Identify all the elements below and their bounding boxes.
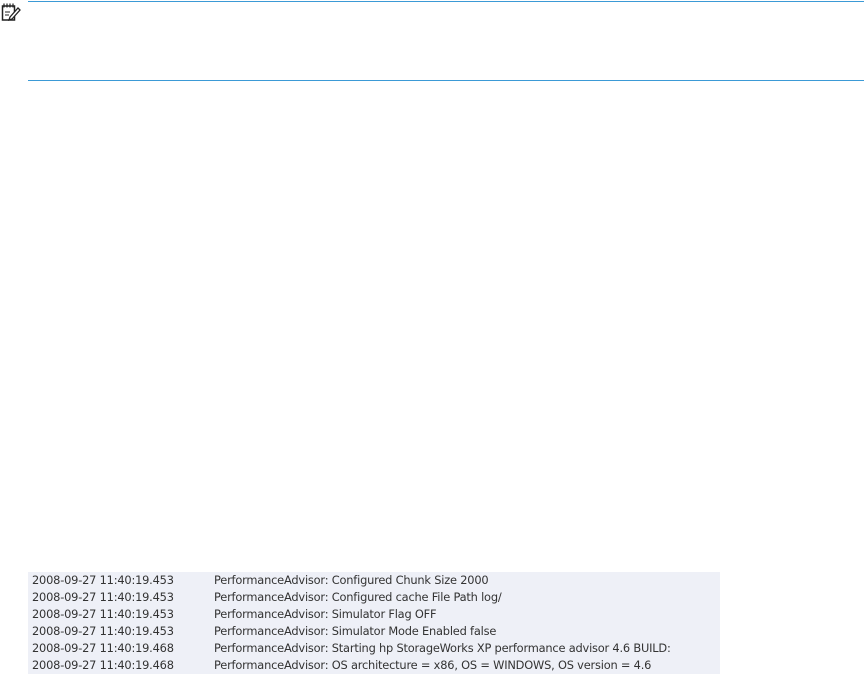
log-timestamp: 2008-09-27 11:40:19.468 [32,641,174,655]
log-timestamp: 2008-09-27 11:40:19.468 [32,658,174,672]
log-row: 2008-09-27 11:40:19.453 PerformanceAdviso… [28,623,720,640]
log-row: 2008-09-27 11:40:19.453 PerformanceAdviso… [28,589,720,606]
log-message: PerformanceAdvisor: Simulator Mode Enabl… [214,624,497,638]
log-row: 2008-09-27 11:40:19.453 PerformanceAdviso… [28,572,720,589]
log-row: 2008-09-27 11:40:19.468 PerformanceAdviso… [28,640,720,657]
log-timestamp: 2008-09-27 11:40:19.453 [32,590,174,604]
log-message: PerformanceAdvisor: Simulator Flag OFF [214,607,437,621]
log-row: 2008-09-27 11:40:19.468 PerformanceAdviso… [28,657,720,674]
log-message: PerformanceAdvisor: Configured cache Fil… [214,590,502,604]
log-row: 2008-09-27 11:40:19.453 PerformanceAdviso… [28,606,720,623]
note-pad-icon [1,3,21,22]
log-output-panel: 2008-09-27 11:40:19.453 PerformanceAdviso… [28,572,720,674]
log-message: PerformanceAdvisor: OS architecture = x8… [214,658,652,672]
note-bottom-rule [28,80,864,81]
log-message: PerformanceAdvisor: Starting hp StorageW… [214,641,671,655]
log-timestamp: 2008-09-27 11:40:19.453 [32,573,174,587]
log-message: PerformanceAdvisor: Configured Chunk Siz… [214,573,489,587]
log-timestamp: 2008-09-27 11:40:19.453 [32,624,174,638]
note-top-rule [28,1,864,2]
log-timestamp: 2008-09-27 11:40:19.453 [32,607,174,621]
